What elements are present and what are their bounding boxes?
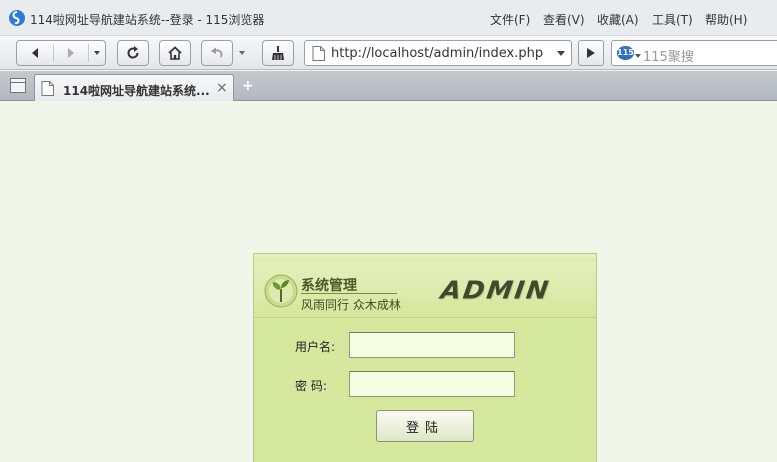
username-input[interactable]	[349, 332, 515, 358]
reload-icon	[127, 46, 139, 59]
tab-bar: 114啦网址导航建站系统... × +	[0, 71, 777, 101]
history-dropdown-button[interactable]	[89, 41, 105, 65]
login-header: 系统管理 风雨同行 众木成林 ADMIN	[254, 262, 596, 318]
menu-file[interactable]: 文件(F)	[490, 11, 530, 28]
url-text: http://localhost/admin/index.php	[331, 46, 544, 61]
browser-logo-icon	[9, 10, 25, 26]
undo-icon	[211, 47, 223, 58]
go-arrow-icon	[587, 48, 595, 58]
home-button[interactable]	[159, 40, 191, 66]
chevron-down-icon	[94, 51, 100, 55]
page-icon	[312, 46, 325, 61]
login-panel: 系统管理 风雨同行 众木成林 ADMIN 用户名: 密 码: 登陆	[253, 253, 597, 462]
menu-help[interactable]: 帮助(H)	[705, 11, 747, 28]
tab-login[interactable]: 114啦网址导航建站系统... ×	[34, 74, 234, 101]
back-arrow-icon	[32, 48, 38, 58]
search-engine-icon[interactable]: 115	[617, 46, 634, 60]
clean-button[interactable]	[262, 40, 294, 66]
system-title: 系统管理	[301, 278, 357, 294]
slogan: 风雨同行 众木成林	[301, 298, 401, 312]
go-button[interactable]	[578, 40, 604, 66]
username-label: 用户名:	[295, 340, 336, 354]
page-icon	[41, 81, 54, 96]
navigation-toolbar: http://localhost/admin/index.php 115 115…	[0, 36, 777, 70]
tab-title: 114啦网址导航建站系统...	[63, 84, 210, 98]
address-dropdown-icon[interactable]	[557, 51, 565, 56]
broom-icon	[272, 46, 284, 60]
forward-button[interactable]	[54, 41, 88, 65]
admin-logo: ADMIN	[438, 276, 553, 306]
undo-close-button[interactable]	[201, 40, 233, 66]
browser-title-bar: 114啦网址导航建站系统--登录 - 115浏览器 文件(F) 查看(V) 收藏…	[0, 0, 777, 36]
sidebar-toggle-icon[interactable]	[10, 78, 26, 93]
close-icon[interactable]: ×	[216, 80, 228, 96]
new-tab-button[interactable]: +	[242, 78, 254, 94]
home-icon	[168, 46, 182, 60]
address-bar[interactable]: http://localhost/admin/index.php	[304, 40, 572, 66]
menu-view[interactable]: 查看(V)	[543, 11, 585, 28]
back-button[interactable]	[17, 41, 53, 65]
forward-arrow-icon	[68, 48, 74, 58]
password-input[interactable]	[349, 371, 515, 397]
divider	[301, 293, 397, 294]
password-label: 密 码:	[295, 379, 327, 393]
reload-button[interactable]	[117, 40, 149, 66]
panel-top-band	[254, 254, 596, 262]
menu-favorites[interactable]: 收藏(A)	[597, 11, 639, 28]
chevron-down-icon[interactable]	[635, 54, 641, 58]
search-placeholder: 115聚搜	[643, 50, 694, 65]
leaf-logo-icon	[264, 274, 298, 308]
window-title: 114啦网址导航建站系统--登录 - 115浏览器	[30, 13, 265, 27]
menu-tools[interactable]: 工具(T)	[652, 11, 693, 28]
search-box[interactable]: 115 115聚搜	[611, 40, 777, 66]
back-forward-group	[16, 40, 106, 66]
login-button[interactable]: 登陆	[376, 410, 474, 442]
chevron-down-icon[interactable]	[239, 51, 245, 55]
